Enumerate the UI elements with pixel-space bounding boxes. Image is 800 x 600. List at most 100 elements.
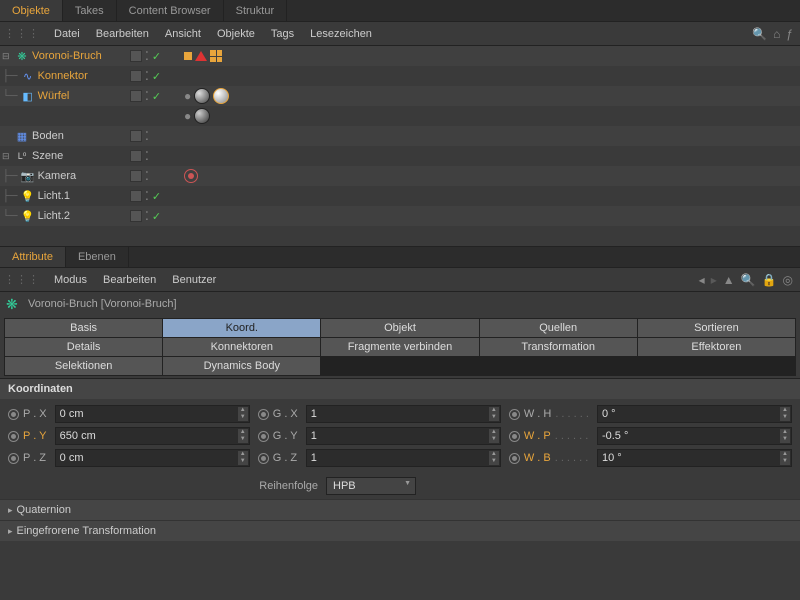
atab-basis[interactable]: Basis	[5, 319, 162, 337]
layer-box[interactable]	[130, 130, 142, 142]
tab-ebenen[interactable]: Ebenen	[66, 247, 129, 267]
vis-dot[interactable]: ⁚	[145, 189, 149, 203]
spinner-down[interactable]: ▼	[238, 458, 248, 465]
back-icon[interactable]: ◂	[699, 273, 705, 287]
dropdown-reihenfolge[interactable]: HPB	[326, 477, 416, 495]
layer-box[interactable]	[130, 150, 142, 162]
obj-name[interactable]: Licht.2	[38, 210, 70, 222]
section-quaternion[interactable]: ▸ Quaternion	[0, 499, 800, 520]
target-tag[interactable]	[184, 169, 198, 183]
tag-icon[interactable]	[210, 50, 222, 62]
enable-check[interactable]: ✓	[152, 90, 161, 103]
spinner-up[interactable]: ▲	[780, 451, 790, 458]
input-pz[interactable]: 0 cm▲▼	[55, 449, 250, 467]
obj-name[interactable]: Licht.1	[38, 190, 70, 202]
obj-name[interactable]: Voronoi-Bruch	[32, 50, 102, 62]
layer-box[interactable]	[130, 90, 142, 102]
spinner-down[interactable]: ▼	[489, 458, 499, 465]
tab-objekte[interactable]: Objekte	[0, 0, 63, 21]
atab-details[interactable]: Details	[5, 338, 162, 356]
tree-row-voronoi[interactable]: ⊟ ❋ Voronoi-Bruch ⁚ ✓	[0, 46, 800, 66]
input-gx[interactable]: 1▲▼	[306, 405, 501, 423]
input-gy[interactable]: 1▲▼	[306, 427, 501, 445]
section-eingefroren[interactable]: ▸ Eingefrorene Transformation	[0, 520, 800, 541]
search-icon[interactable]: 🔍	[752, 27, 767, 41]
menu-objekte[interactable]: Objekte	[209, 22, 263, 45]
menu-bearbeiten[interactable]: Bearbeiten	[88, 22, 157, 45]
vis-dot[interactable]: ⁚	[145, 169, 149, 183]
anim-radio[interactable]	[258, 431, 269, 442]
expander-icon[interactable]: ⊟	[2, 51, 12, 62]
tree-row-licht1[interactable]: ├─ 💡 Licht.1 ⁚ ✓	[0, 186, 800, 206]
input-gz[interactable]: 1▲▼	[306, 449, 501, 467]
tag-dot[interactable]: ●	[184, 109, 191, 123]
tag-icon[interactable]	[184, 52, 192, 60]
enable-check[interactable]: ✓	[152, 210, 161, 223]
material-tag[interactable]	[194, 88, 210, 104]
layer-box[interactable]	[130, 70, 142, 82]
vis-dot[interactable]: ⁚	[145, 69, 149, 83]
tab-attribute[interactable]: Attribute	[0, 247, 66, 267]
anim-radio[interactable]	[258, 409, 269, 420]
tree-row-konnektor[interactable]: ├─ ∿ Konnektor ⁚ ✓	[0, 66, 800, 86]
spinner-down[interactable]: ▼	[489, 436, 499, 443]
menu-tags[interactable]: Tags	[263, 22, 302, 45]
spinner-down[interactable]: ▼	[238, 436, 248, 443]
layer-box[interactable]	[130, 190, 142, 202]
atab-fragmente[interactable]: Fragmente verbinden	[321, 338, 478, 356]
obj-name[interactable]: Szene	[32, 150, 63, 162]
vis-dot[interactable]: ⁚	[145, 209, 149, 223]
obj-name[interactable]: Würfel	[38, 90, 70, 102]
search-icon[interactable]: 🔍	[741, 273, 756, 287]
layer-box[interactable]	[130, 210, 142, 222]
anim-radio[interactable]	[8, 409, 19, 420]
layer-box[interactable]	[130, 50, 142, 62]
obj-name[interactable]: Kamera	[38, 170, 77, 182]
atab-selektionen[interactable]: Selektionen	[5, 357, 162, 375]
spinner-down[interactable]: ▼	[238, 414, 248, 421]
spinner-down[interactable]: ▼	[780, 414, 790, 421]
atab-sortieren[interactable]: Sortieren	[638, 319, 795, 337]
enable-check[interactable]: ✓	[152, 50, 161, 63]
input-py[interactable]: 650 cm▲▼	[55, 427, 250, 445]
tag-icon[interactable]	[195, 51, 207, 61]
tree-row-wuerfel[interactable]: └─ ◧ Würfel ⁚ ✓ ●	[0, 86, 800, 106]
atab-quellen[interactable]: Quellen	[480, 319, 637, 337]
atab-konnektoren[interactable]: Konnektoren	[163, 338, 320, 356]
tab-struktur[interactable]: Struktur	[224, 0, 288, 21]
anim-radio[interactable]	[509, 409, 520, 420]
spinner-up[interactable]: ▲	[238, 407, 248, 414]
spinner-up[interactable]: ▲	[238, 451, 248, 458]
tree-row-boden[interactable]: ▦ Boden ⁚	[0, 126, 800, 146]
enable-check[interactable]: ✓	[152, 190, 161, 203]
input-wp[interactable]: -0.5 °▲▼	[597, 427, 792, 445]
spinner-up[interactable]: ▲	[780, 429, 790, 436]
tree-row-licht2[interactable]: └─ 💡 Licht.2 ⁚ ✓	[0, 206, 800, 226]
atab-effektoren[interactable]: Effektoren	[638, 338, 795, 356]
anim-radio[interactable]	[258, 453, 269, 464]
menu-benutzer[interactable]: Benutzer	[164, 268, 224, 291]
atab-dynamics[interactable]: Dynamics Body	[163, 357, 320, 375]
up-icon[interactable]: ▲	[723, 273, 735, 287]
menu-lesezeichen[interactable]: Lesezeichen	[302, 22, 380, 45]
anim-radio[interactable]	[509, 453, 520, 464]
menu-datei[interactable]: Datei	[46, 22, 88, 45]
input-wh[interactable]: 0 °▲▼	[597, 405, 792, 423]
home-icon[interactable]: ⌂	[773, 27, 780, 41]
obj-name[interactable]: Boden	[32, 130, 64, 142]
spinner-up[interactable]: ▲	[238, 429, 248, 436]
anim-radio[interactable]	[509, 431, 520, 442]
vis-dot[interactable]: ⁚	[145, 89, 149, 103]
tab-takes[interactable]: Takes	[63, 0, 117, 21]
enable-check[interactable]: ✓	[152, 70, 161, 83]
tree-row-kamera[interactable]: ├─ 📷 Kamera ⁚	[0, 166, 800, 186]
expander-icon[interactable]: ⊟	[2, 151, 12, 162]
menu-modus[interactable]: Modus	[46, 268, 95, 291]
spinner-up[interactable]: ▲	[489, 407, 499, 414]
atab-transformation[interactable]: Transformation	[480, 338, 637, 356]
input-px[interactable]: 0 cm▲▼	[55, 405, 250, 423]
function-icon[interactable]: ƒ	[786, 27, 793, 41]
tree-row-szene[interactable]: ⊟ L⁰ Szene ⁚	[0, 146, 800, 166]
vis-dot[interactable]: ⁚	[145, 149, 149, 163]
obj-name[interactable]: Konnektor	[38, 70, 88, 82]
